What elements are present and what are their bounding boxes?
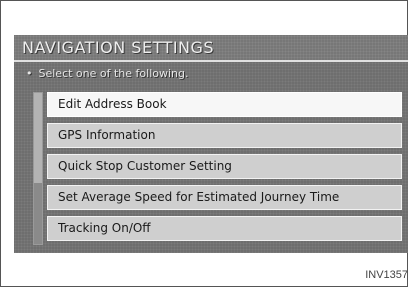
scrollbar-thumb[interactable] [34,93,42,183]
menu-item-quick-stop-customer-setting[interactable]: Quick Stop Customer Setting [47,154,402,179]
scrollbar[interactable] [33,92,43,245]
navigation-screen: NAVIGATION SETTINGS • Select one of the f… [14,35,408,253]
menu-item-label: Edit Address Book [58,97,167,111]
title-divider [14,60,408,62]
bullet-icon: • [26,67,33,80]
figure-frame: NAVIGATION SETTINGS • Select one of the f… [0,0,408,287]
page-title: NAVIGATION SETTINGS [22,38,215,57]
menu-item-label: Set Average Speed for Estimated Journey … [58,190,340,204]
title-bar: NAVIGATION SETTINGS [14,35,408,60]
menu-item-gps-information[interactable]: GPS Information [47,123,402,148]
figure-reference-code: INV1357 [365,269,408,281]
menu-item-tracking-on-off[interactable]: Tracking On/Off [47,216,402,241]
menu-item-set-average-speed[interactable]: Set Average Speed for Estimated Journey … [47,185,402,210]
instruction: • Select one of the following. [26,67,189,80]
menu-item-label: Tracking On/Off [58,221,151,235]
menu-item-label: Quick Stop Customer Setting [58,159,232,173]
menu-item-edit-address-book[interactable]: Edit Address Book [47,92,402,117]
instruction-text: Select one of the following. [38,67,189,80]
menu-item-label: GPS Information [58,128,156,142]
